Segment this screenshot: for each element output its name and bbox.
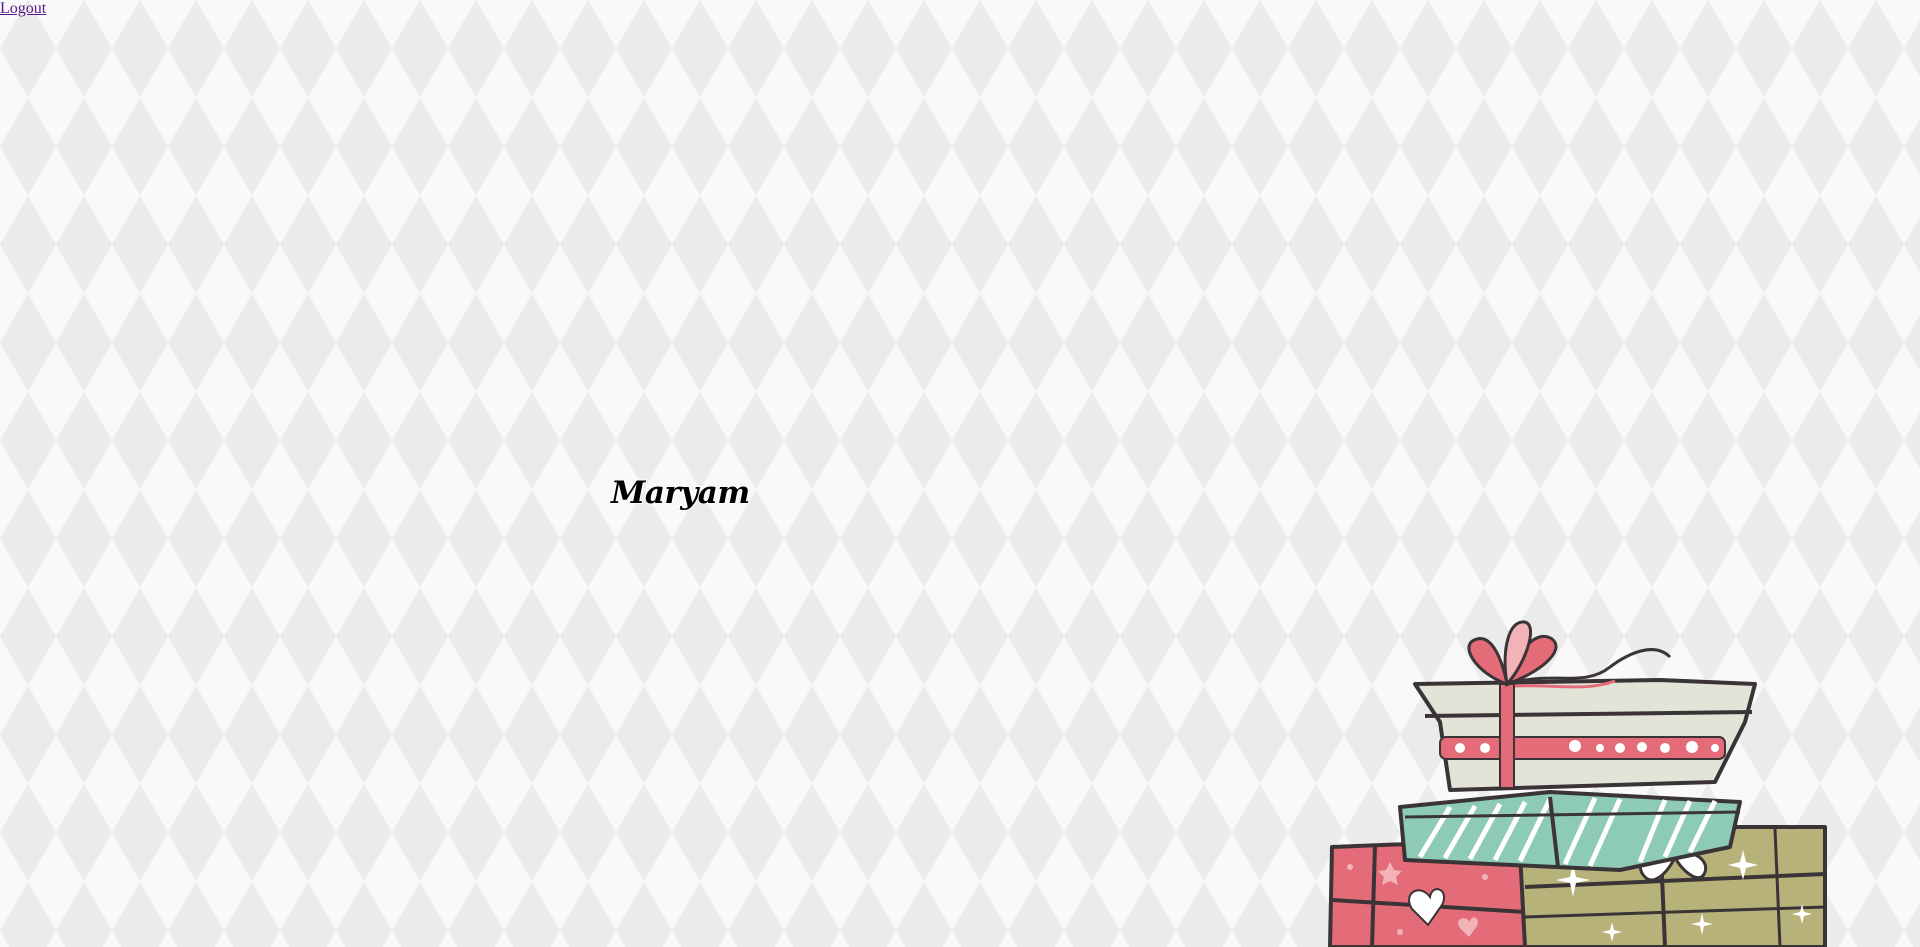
gift-boxes-illustration (1328, 620, 1827, 947)
cream-gift-box (1413, 620, 1757, 792)
logout-link[interactable]: Logout (0, 0, 46, 18)
user-name-heading: Maryam (611, 475, 750, 511)
